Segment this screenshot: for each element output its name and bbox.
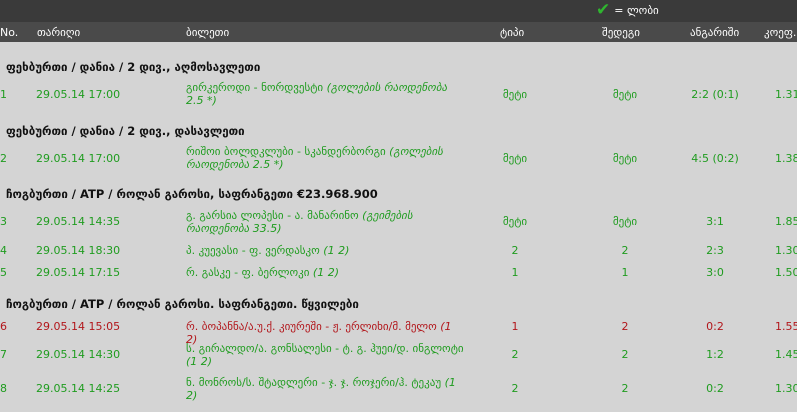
- row-ticket[interactable]: რ. გასკე - ფ. ბერლოკი (1 2): [186, 266, 456, 279]
- row-coef: 1.85: [775, 215, 797, 228]
- row-score: 2:3: [706, 244, 724, 257]
- legend-label: = ლობი: [614, 3, 659, 17]
- check-icon: ✔: [596, 0, 611, 20]
- column-coef: კოეფ.: [764, 26, 797, 39]
- column-ticket: ბილეთი: [186, 26, 230, 39]
- row-date: 29.05.14 14:30: [36, 348, 121, 361]
- group-title: ფეხბურთი / დანია / 2 დივ., დასავლეთი: [6, 124, 245, 138]
- row-date: 29.05.14 15:05: [36, 320, 121, 333]
- column-type: ტიპი: [500, 26, 525, 39]
- row-coef: 1.31: [775, 88, 797, 101]
- row-date: 29.05.14 17:00: [36, 152, 121, 165]
- row-result: მეტი: [612, 152, 638, 165]
- top-bar: ✔ = ლობი: [0, 0, 797, 22]
- row-ticket[interactable]: გირკეროდი - ნორდვესტი (გოლების რაოდენობა…: [186, 81, 456, 107]
- row-type: 2: [511, 348, 519, 361]
- row-ticket[interactable]: რიშოი ბოლდკლუბი - სკანდერბორგი (გოლების …: [186, 145, 456, 171]
- row-coef: 1.50: [775, 266, 797, 279]
- row-score: 4:5 (0:2): [691, 152, 739, 165]
- column-date: თარიღი: [37, 26, 81, 39]
- table-header: No. თარიღი ბილეთი ტიპი შედეგი ანგარიში კ…: [0, 22, 797, 42]
- row-type: მეტი: [502, 88, 528, 101]
- row-result: მეტი: [612, 215, 638, 228]
- row-coef: 1.38: [775, 152, 797, 165]
- column-score: ანგარიში: [690, 26, 740, 39]
- row-result: 2: [621, 320, 629, 333]
- row-number: 1: [0, 88, 7, 101]
- row-type: 1: [511, 320, 519, 333]
- row-type: 1: [511, 266, 519, 279]
- group-title: ფეხბურთი / დანია / 2 დივ., აღმოსავლეთი: [6, 60, 261, 74]
- row-coef: 1.30: [775, 244, 797, 257]
- row-date: 29.05.14 14:35: [36, 215, 121, 228]
- row-number: 8: [0, 382, 7, 395]
- row-score: 2:2 (0:1): [691, 88, 739, 101]
- row-number: 2: [0, 152, 7, 165]
- legend: ✔ = ლობი: [596, 1, 659, 19]
- row-date: 29.05.14 18:30: [36, 244, 121, 257]
- row-coef: 1.55: [775, 320, 797, 333]
- row-ticket[interactable]: ს. გირალდო/ა. გონსალესი - ტ. გ. ჰუეი/დ. …: [186, 342, 464, 368]
- group-title: ჩოგბურთი / ATP / როლან გაროსი, საფრანგეთ…: [6, 187, 378, 201]
- row-coef: 1.30: [775, 382, 797, 395]
- row-ticket[interactable]: გ. გარსია ლოპესი - ა. მანარინო (გეიმების…: [186, 209, 456, 235]
- row-result: 2: [621, 348, 629, 361]
- row-score: 3:1: [706, 215, 724, 228]
- row-ticket[interactable]: პ. კუევასი - ფ. ვერდასკო (1 2): [186, 244, 456, 257]
- row-result: 2: [621, 382, 629, 395]
- row-number: 3: [0, 215, 7, 228]
- row-date: 29.05.14 14:25: [36, 382, 121, 395]
- row-ticket[interactable]: ნ. მონროს/ს. შტადლერი - ჯ. ჯ. როჯერი/ჰ. …: [186, 376, 456, 402]
- row-number: 4: [0, 244, 7, 257]
- row-date: 29.05.14 17:15: [36, 266, 121, 279]
- row-type: მეტი: [502, 152, 528, 165]
- row-number: 5: [0, 266, 7, 279]
- row-result: 2: [621, 244, 629, 257]
- row-type: 2: [511, 244, 519, 257]
- row-date: 29.05.14 17:00: [36, 88, 121, 101]
- row-result: მეტი: [612, 88, 638, 101]
- column-no: No.: [0, 26, 19, 39]
- row-score: 1:2: [706, 348, 724, 361]
- row-result: 1: [621, 266, 629, 279]
- row-number: 7: [0, 348, 7, 361]
- row-score: 3:0: [706, 266, 724, 279]
- row-score: 0:2: [706, 382, 724, 395]
- row-type: მეტი: [502, 215, 528, 228]
- row-type: 2: [511, 382, 519, 395]
- row-score: 0:2: [706, 320, 724, 333]
- group-title: ჩოგბურთი / ATP / როლან გაროსი. საფრანგეთ…: [6, 297, 359, 311]
- row-number: 6: [0, 320, 7, 333]
- column-result: შედეგი: [602, 26, 640, 39]
- row-coef: 1.45: [775, 348, 797, 361]
